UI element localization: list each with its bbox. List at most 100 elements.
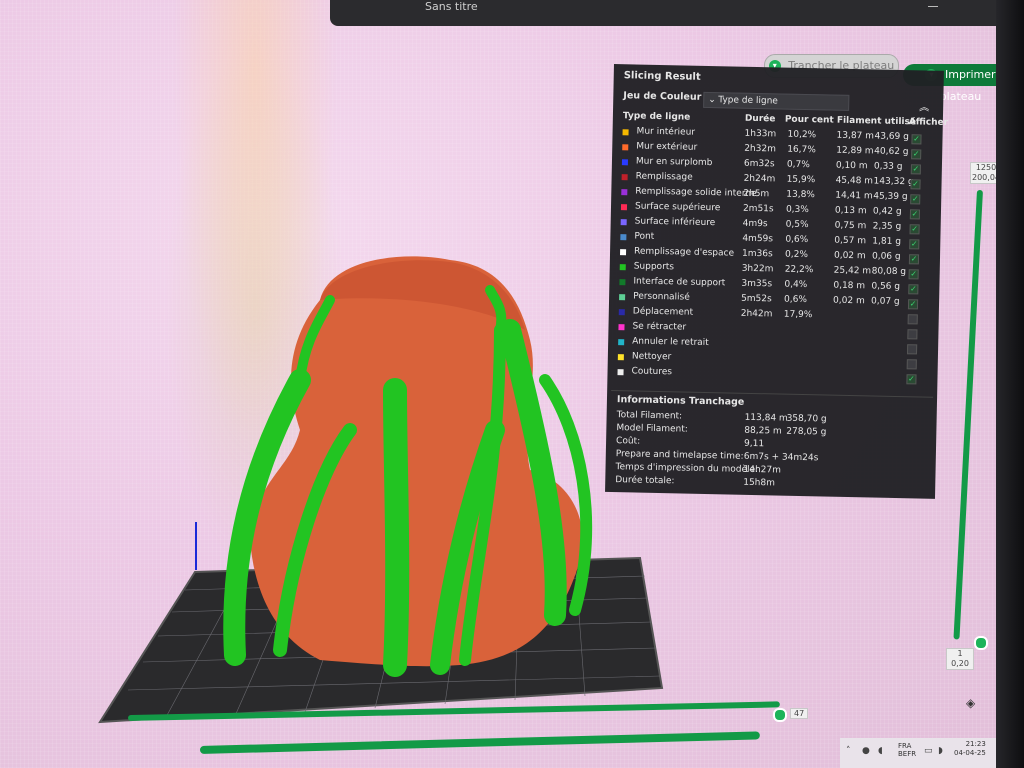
line-type-weight: 0,07 g bbox=[870, 296, 900, 308]
color-scheme-value: Type de ligne bbox=[718, 95, 778, 107]
show-checkbox[interactable]: ✓ bbox=[906, 374, 917, 385]
show-checkbox[interactable] bbox=[907, 329, 918, 340]
line-type-name: Interface de support bbox=[633, 276, 726, 289]
line-type-name: Remplissage solide interne bbox=[635, 186, 757, 200]
chevron-down-icon: ⌄ bbox=[708, 94, 716, 106]
line-type-name: Supports bbox=[633, 261, 675, 273]
line-type-duration: 2m51s bbox=[742, 203, 774, 215]
show-checkbox[interactable] bbox=[907, 314, 918, 325]
line-type-percent: 0,6% bbox=[783, 294, 808, 306]
header-duration: Durée bbox=[744, 113, 776, 125]
line-type-name: Mur extérieur bbox=[636, 141, 698, 153]
line-type-weight: 80,08 g bbox=[871, 266, 907, 278]
show-checkbox[interactable]: ✓ bbox=[908, 254, 920, 265]
viewport-3d[interactable]: Sans titre ▾ Trancher le plateau ▾ Impri… bbox=[0, 0, 1000, 768]
minimize-button[interactable] bbox=[928, 0, 938, 7]
line-type-percent: 0,6% bbox=[785, 234, 809, 246]
line-type-length: 0,10 m bbox=[835, 160, 868, 172]
line-type-name: Nettoyer bbox=[631, 351, 672, 363]
info-value: 113,84 m bbox=[744, 412, 788, 424]
collapse-icon[interactable]: ︽ bbox=[919, 98, 929, 113]
color-swatch bbox=[618, 339, 625, 346]
slicing-info-title: Informations Tranchage bbox=[616, 394, 745, 408]
show-checkbox[interactable]: ✓ bbox=[908, 284, 919, 295]
show-checkbox[interactable]: ✓ bbox=[909, 224, 920, 235]
line-type-duration: 2h24m bbox=[743, 173, 776, 185]
network-icon[interactable]: ▭ bbox=[924, 746, 933, 756]
color-scheme-label: Jeu de Couleur bbox=[623, 90, 702, 103]
line-type-weight: 0,56 g bbox=[871, 281, 901, 293]
show-checkbox[interactable] bbox=[906, 359, 917, 370]
line-type-name: Mur intérieur bbox=[636, 126, 696, 138]
line-type-duration: 5m52s bbox=[741, 293, 772, 305]
info-value-secondary: 278,05 g bbox=[786, 426, 827, 438]
color-swatch bbox=[622, 129, 629, 136]
color-swatch bbox=[620, 219, 627, 226]
color-swatch bbox=[619, 294, 626, 301]
microphone-icon[interactable]: ● bbox=[862, 746, 870, 756]
color-swatch bbox=[621, 174, 628, 181]
color-swatch bbox=[619, 249, 627, 256]
bottom-layer-height: 0,20 bbox=[951, 659, 969, 668]
header-percent: Pour cent bbox=[784, 114, 834, 126]
show-checkbox[interactable]: ✓ bbox=[907, 299, 919, 310]
line-type-weight: 40,62 g bbox=[874, 146, 909, 158]
line-type-duration: 3h22m bbox=[741, 263, 774, 275]
speaker-icon[interactable]: ◗ bbox=[938, 746, 943, 756]
show-checkbox[interactable]: ✓ bbox=[911, 134, 922, 145]
slicing-info-list: Total Filament: 113,84 m 358,70 g Model Fil… bbox=[607, 410, 937, 488]
show-checkbox[interactable]: ✓ bbox=[911, 149, 922, 160]
line-type-length: 0,75 m bbox=[834, 220, 867, 232]
language-indicator[interactable]: FRA BEFR bbox=[898, 742, 916, 758]
show-checkbox[interactable]: ✓ bbox=[910, 179, 921, 190]
line-type-percent: 0,4% bbox=[784, 279, 808, 291]
line-type-percent: 0,5% bbox=[785, 219, 809, 231]
clock[interactable]: 21:23 04-04-25 bbox=[954, 740, 986, 758]
layers-icon[interactable]: ◈ bbox=[966, 696, 980, 710]
layer-slider-bottom-handle[interactable] bbox=[974, 636, 988, 650]
line-type-length: 0,13 m bbox=[834, 205, 867, 217]
line-type-name: Remplissage d'espace bbox=[633, 246, 735, 259]
bottom-layer-number: 1 bbox=[957, 649, 963, 658]
show-checkbox[interactable] bbox=[906, 344, 918, 355]
move-slider-handle[interactable] bbox=[773, 708, 787, 722]
line-type-length: 45,48 m bbox=[835, 175, 874, 187]
info-label: Coût: bbox=[615, 436, 641, 447]
line-type-name: Mur en surplomb bbox=[635, 156, 713, 169]
volume-icon[interactable]: ◖ bbox=[878, 746, 883, 756]
show-checkbox[interactable]: ✓ bbox=[909, 239, 920, 250]
color-swatch bbox=[619, 264, 626, 271]
color-swatch bbox=[617, 369, 624, 376]
line-type-length: 12,89 m bbox=[836, 145, 874, 157]
info-value: 14h27m bbox=[743, 464, 782, 476]
line-type-length: 0,57 m bbox=[834, 235, 867, 247]
color-swatch bbox=[617, 354, 624, 361]
line-type-name: Personnalisé bbox=[633, 291, 690, 303]
line-type-length: 0,18 m bbox=[833, 280, 866, 292]
line-type-weight: 0,06 g bbox=[871, 251, 901, 263]
layer-slider-bottom-readout: 1 0,20 bbox=[946, 648, 974, 670]
info-label: Model Filament: bbox=[616, 423, 688, 435]
show-checkbox[interactable]: ✓ bbox=[910, 194, 921, 205]
line-type-percent: 0,3% bbox=[785, 204, 809, 216]
line-type-list: Mur intérieur 1h33m 10,2% 13,87 m 43,69 g ✓ Mu… bbox=[613, 126, 943, 385]
language-bottom: BEFR bbox=[898, 750, 917, 758]
chevron-up-icon[interactable]: ˄ bbox=[846, 746, 851, 756]
show-checkbox[interactable]: ✓ bbox=[908, 269, 919, 280]
header-filament: Filament utilisé bbox=[836, 115, 917, 128]
show-checkbox[interactable]: ✓ bbox=[910, 164, 921, 175]
line-type-percent: 15,9% bbox=[786, 174, 816, 186]
color-swatch bbox=[620, 234, 627, 241]
line-type-name: Surface supérieure bbox=[634, 201, 721, 214]
line-type-duration: 1h33m bbox=[744, 128, 777, 140]
color-scheme-select[interactable]: ⌄ Type de ligne bbox=[703, 91, 850, 111]
monitor-bezel bbox=[996, 0, 1024, 768]
header-show: Afficher bbox=[908, 117, 949, 129]
line-type-percent: 16,7% bbox=[787, 144, 816, 156]
line-type-percent: 22,2% bbox=[784, 264, 814, 276]
line-type-duration: 2h42m bbox=[740, 308, 773, 320]
show-checkbox[interactable]: ✓ bbox=[909, 209, 921, 220]
line-type-percent: 13,8% bbox=[786, 189, 815, 201]
info-label: Total Filament: bbox=[616, 410, 683, 422]
line-type-weight: 0,33 g bbox=[873, 161, 903, 173]
